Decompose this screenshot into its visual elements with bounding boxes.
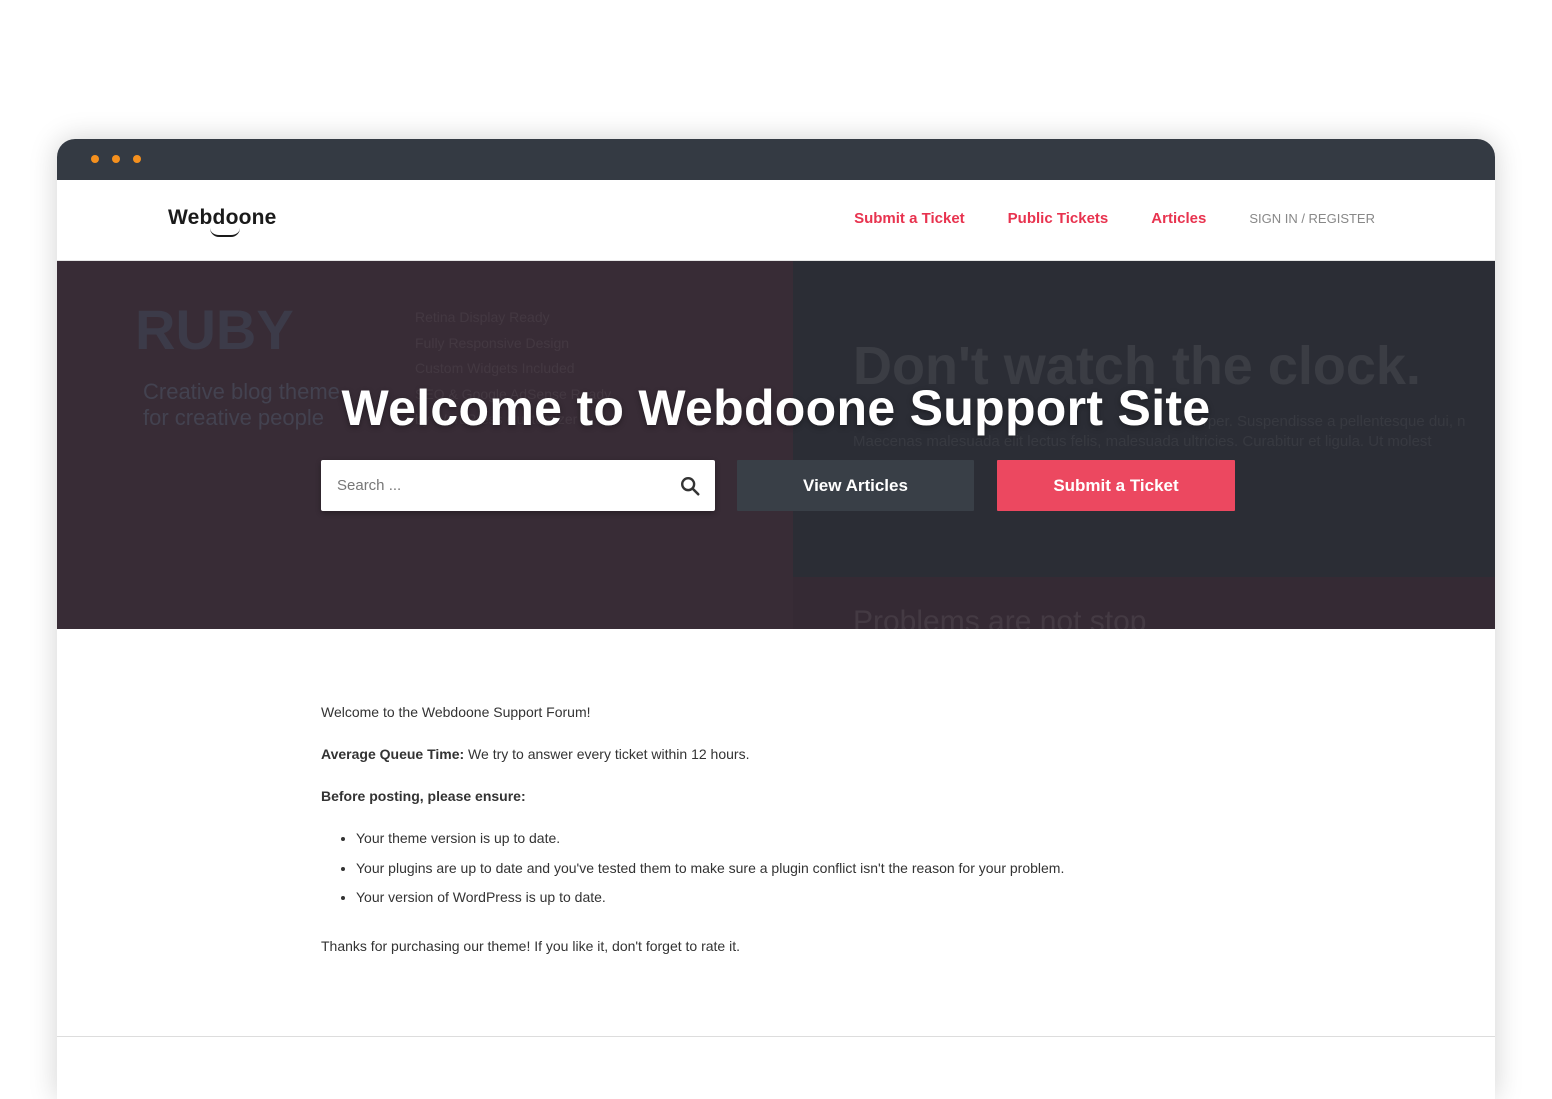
list-item: Your version of WordPress is up to date. bbox=[356, 889, 1221, 905]
nav-public-tickets[interactable]: Public Tickets bbox=[1008, 210, 1109, 227]
logo-text: Webdoone bbox=[168, 206, 277, 229]
before-posting-label: Before posting, please ensure: bbox=[321, 788, 526, 804]
queue-time-text: Average Queue Time: We try to answer eve… bbox=[321, 746, 1221, 762]
browser-window: Webdoone Submit a Ticket Public Tickets … bbox=[57, 139, 1495, 1099]
window-dot-maximize[interactable] bbox=[133, 155, 141, 163]
bg-feature: Custom Widgets Included bbox=[415, 360, 575, 376]
welcome-text: Welcome to the Webdoone Support Forum! bbox=[321, 704, 591, 720]
list-item: Your plugins are up to date and you've t… bbox=[356, 860, 1221, 876]
search-input[interactable] bbox=[321, 460, 651, 511]
thanks-text: Thanks for purchasing our theme! If you … bbox=[321, 938, 740, 954]
nav-sign-in-register[interactable]: SIGN IN / REGISTER bbox=[1249, 211, 1375, 226]
forum-intro: Welcome to the Webdoone Support Forum! A… bbox=[321, 704, 1221, 980]
bg-feature: Fully Responsive Design bbox=[415, 334, 570, 351]
window-dot-close[interactable] bbox=[91, 155, 99, 163]
before-posting-heading: Before posting, please ensure: bbox=[321, 788, 1221, 804]
bg-ruby-logo: RUBY bbox=[135, 298, 294, 361]
queue-label: Average Queue Time: bbox=[321, 746, 465, 762]
hero-banner: RUBY Creative blog theme for creative pe… bbox=[57, 261, 1495, 629]
list-item: Your theme version is up to date. bbox=[356, 830, 1221, 846]
view-articles-button[interactable]: View Articles bbox=[737, 460, 974, 511]
search-icon[interactable] bbox=[679, 475, 701, 497]
site-logo[interactable]: Webdoone bbox=[168, 206, 277, 237]
queue-detail: We try to answer every ticket within 12 … bbox=[464, 746, 750, 762]
checklist: Your theme version is up to date. Your p… bbox=[356, 830, 1221, 905]
footer-divider bbox=[57, 1036, 1495, 1037]
window-titlebar bbox=[57, 139, 1495, 180]
nav-articles[interactable]: Articles bbox=[1151, 210, 1206, 227]
search-box bbox=[321, 460, 715, 511]
bg-problems: Problems are not stop bbox=[853, 605, 1147, 629]
bg-feature: Retina Display Ready bbox=[415, 309, 550, 325]
main-nav: Submit a Ticket Public Tickets Articles … bbox=[811, 210, 1375, 227]
nav-submit-ticket[interactable]: Submit a Ticket bbox=[854, 210, 965, 227]
submit-ticket-button[interactable]: Submit a Ticket bbox=[997, 460, 1235, 511]
logo-smile-mark bbox=[210, 228, 240, 237]
hero-title: Welcome to Webdoone Support Site bbox=[341, 380, 1211, 436]
window-dot-minimize[interactable] bbox=[112, 155, 120, 163]
site-header: Webdoone Submit a Ticket Public Tickets … bbox=[57, 180, 1495, 261]
